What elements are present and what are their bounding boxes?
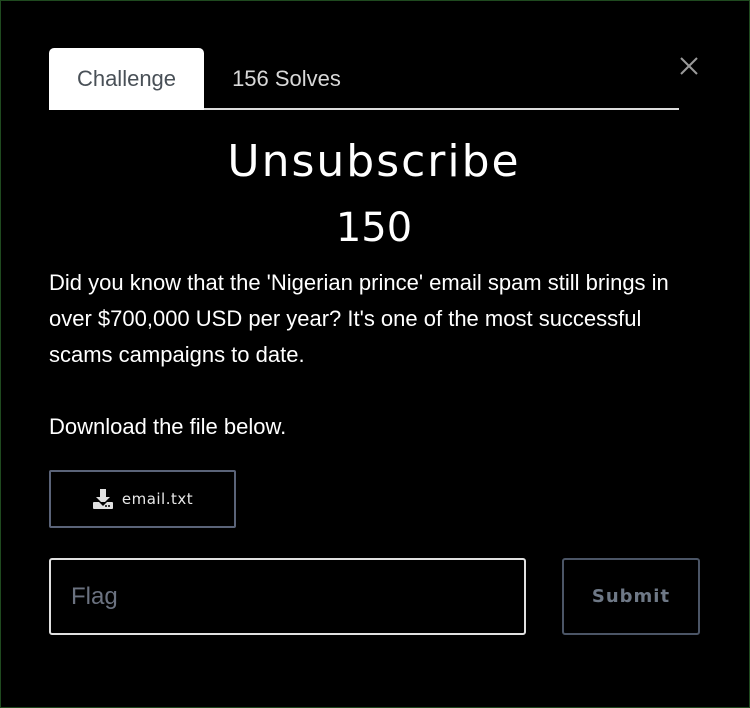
submit-button[interactable]: Submit (562, 558, 700, 635)
description-paragraph: Did you know that the 'Nigerian prince' … (49, 270, 669, 367)
close-icon[interactable] (677, 55, 701, 79)
download-icon (92, 488, 114, 510)
download-file-button[interactable]: email.txt (49, 470, 236, 528)
tab-solves[interactable]: 156 Solves (204, 48, 369, 109)
description-paragraph: Download the file below. (49, 414, 287, 439)
tab-challenge[interactable]: Challenge (49, 48, 204, 110)
challenge-modal: Challenge 156 Solves Unsubscribe 150 Did… (0, 0, 750, 708)
file-name: email.txt (121, 490, 194, 508)
flag-input[interactable] (49, 558, 526, 635)
close-icon-svg (680, 57, 698, 75)
challenge-tabs: Challenge 156 Solves (49, 48, 679, 110)
challenge-description: Did you know that the 'Nigerian prince' … (49, 265, 709, 445)
challenge-points: 150 (335, 205, 413, 251)
challenge-title: Unsubscribe (227, 136, 521, 187)
